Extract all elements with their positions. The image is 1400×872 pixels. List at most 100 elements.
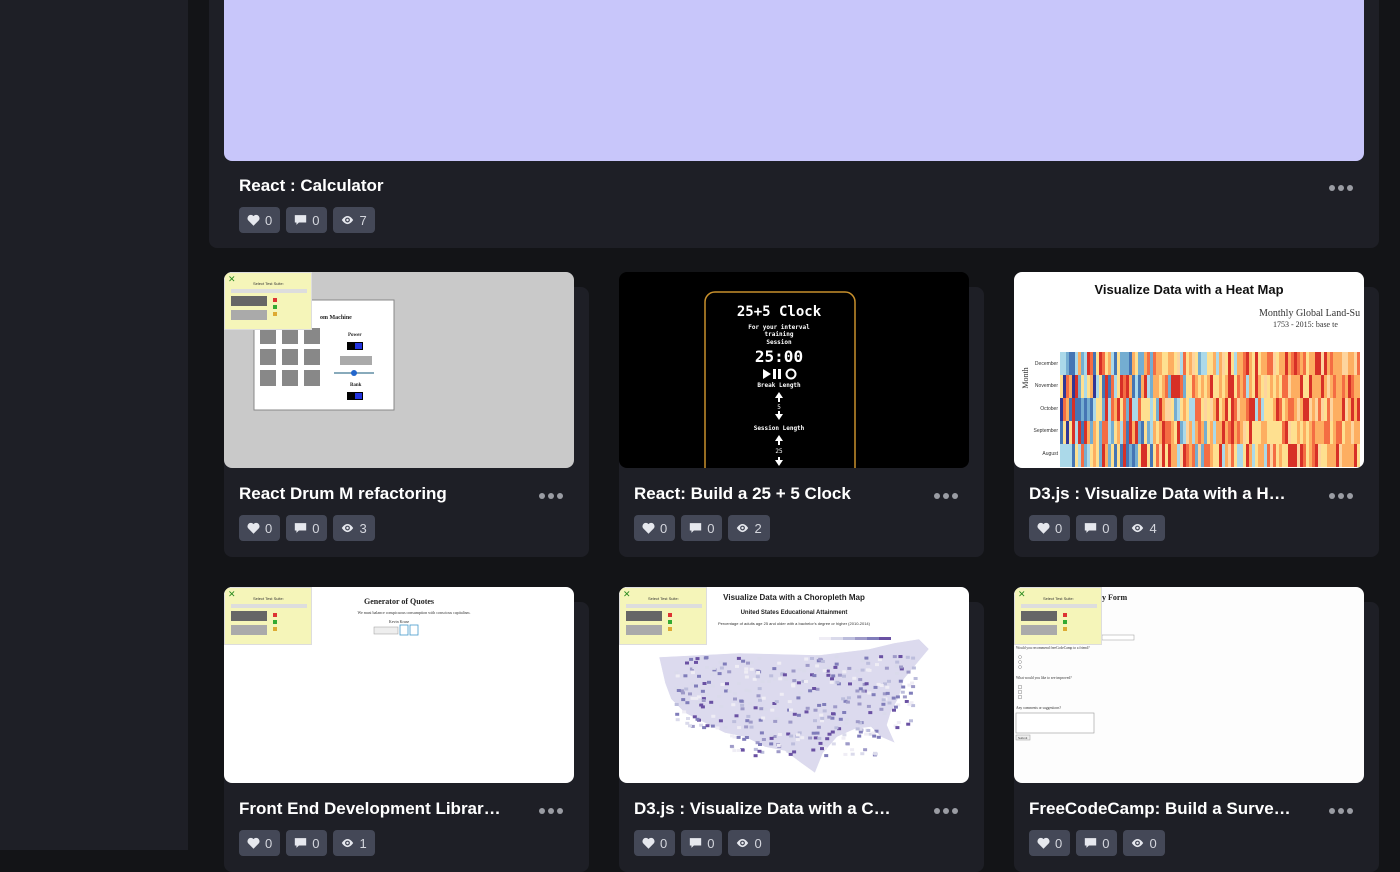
heat-cell xyxy=(1351,421,1354,444)
pen-title[interactable]: React : Calculator xyxy=(239,176,1299,196)
heat-cell xyxy=(1264,352,1267,375)
comment-button[interactable]: 0 xyxy=(286,515,328,541)
county-cell xyxy=(690,682,695,686)
county-cell xyxy=(736,748,741,752)
county-cell xyxy=(725,682,729,686)
heat-cell xyxy=(1192,421,1195,444)
like-button[interactable]: 0 xyxy=(239,515,281,541)
heat-cell xyxy=(1357,398,1360,421)
comment-button[interactable]: 0 xyxy=(681,515,723,541)
pen-title[interactable]: D3.js : Visualize Data with a Heat Map xyxy=(1029,484,1294,504)
pen-thumbnail[interactable]: y Form Would you recommend freeCodeCamp … xyxy=(1014,587,1364,783)
views-button[interactable]: 1 xyxy=(333,830,375,856)
heat-cell xyxy=(1183,352,1186,375)
heat-cell xyxy=(1339,352,1342,375)
heat-cell xyxy=(1354,375,1357,398)
county-cell xyxy=(709,700,714,704)
more-options-button[interactable] xyxy=(537,805,565,817)
county-cell xyxy=(688,724,692,728)
heat-cell xyxy=(1333,375,1336,398)
pen-thumbnail[interactable] xyxy=(224,0,1364,161)
comment-button[interactable]: 0 xyxy=(286,830,328,856)
heat-cell xyxy=(1321,398,1324,421)
pen-thumbnail[interactable]: Visualize Data with a Choropleth Map Uni… xyxy=(619,587,969,783)
heat-cell xyxy=(1270,398,1273,421)
survey-question: Any comments or suggestions? xyxy=(1016,706,1061,710)
county-cell xyxy=(822,709,827,713)
more-options-button[interactable] xyxy=(1327,490,1355,502)
more-options-button[interactable] xyxy=(1327,805,1355,817)
comment-button[interactable]: 0 xyxy=(1076,515,1118,541)
pen-thumbnail[interactable]: Generator of Quotes We must balance cons… xyxy=(224,587,574,783)
heat-cell xyxy=(1288,375,1291,398)
pen-thumbnail[interactable]: 25+5 Clock For your interval training Se… xyxy=(619,272,969,468)
heat-cell xyxy=(1345,421,1348,444)
heat-cell xyxy=(1213,444,1216,467)
heat-cell xyxy=(1312,375,1315,398)
heat-cell xyxy=(1225,421,1228,444)
county-cell xyxy=(792,679,797,683)
views-button[interactable]: 3 xyxy=(333,515,375,541)
heat-range: 1753 - 2015: base te xyxy=(1273,320,1338,329)
heat-cell xyxy=(1246,421,1249,444)
county-cell xyxy=(841,697,846,701)
more-options-button[interactable] xyxy=(1327,182,1355,194)
heat-cell xyxy=(1123,375,1126,398)
heat-cell xyxy=(1285,352,1288,375)
like-button[interactable]: 0 xyxy=(634,830,676,856)
county-cell xyxy=(845,742,850,746)
more-options-button[interactable] xyxy=(932,490,960,502)
county-cell xyxy=(842,711,847,714)
like-button[interactable]: 0 xyxy=(634,515,676,541)
more-options-button[interactable] xyxy=(537,490,565,502)
pen-title[interactable]: FreeCodeCamp: Build a Survey Form xyxy=(1029,799,1294,819)
like-button[interactable]: 0 xyxy=(239,207,281,233)
heat-cell xyxy=(1342,398,1345,421)
heat-cell xyxy=(1351,352,1354,375)
like-button[interactable]: 0 xyxy=(239,830,281,856)
pen-title[interactable]: D3.js : Visualize Data with a Choropleth… xyxy=(634,799,899,819)
comment-button[interactable]: 0 xyxy=(286,207,328,233)
like-button[interactable]: 0 xyxy=(1029,830,1071,856)
heat-cell xyxy=(1081,421,1084,444)
more-options-button[interactable] xyxy=(932,805,960,817)
heat-cell xyxy=(1204,444,1207,467)
views-button[interactable]: 0 xyxy=(728,830,770,856)
heat-cell xyxy=(1240,352,1243,375)
views-button[interactable]: 0 xyxy=(1123,830,1165,856)
pen-title[interactable]: React: Build a 25 + 5 Clock xyxy=(634,484,924,504)
county-cell xyxy=(675,718,680,722)
heat-cell xyxy=(1066,444,1069,467)
pen-thumbnail[interactable]: Visualize Data with a Heat Map Monthly G… xyxy=(1014,272,1364,468)
heat-cell xyxy=(1333,444,1336,467)
drum-bank-label: Bank xyxy=(350,383,362,388)
play-pause-icon xyxy=(763,369,781,379)
comment-button[interactable]: 0 xyxy=(681,830,723,856)
comment-icon xyxy=(690,838,702,848)
heat-cell xyxy=(1300,444,1303,467)
heat-cell xyxy=(1228,375,1231,398)
heat-cell xyxy=(1288,352,1291,375)
county-cell xyxy=(740,748,745,752)
county-cell xyxy=(866,704,871,708)
pen-thumbnail[interactable]: om Machine Power Bank ✕ Select Test Suite… xyxy=(224,272,574,468)
views-button[interactable]: 7 xyxy=(333,207,375,233)
county-cell xyxy=(842,733,847,737)
pen-title[interactable]: React Drum M refactoring xyxy=(239,484,529,504)
comment-button[interactable]: 0 xyxy=(1076,830,1118,856)
heat-cell xyxy=(1336,375,1339,398)
comment-count: 0 xyxy=(1102,520,1110,536)
views-button[interactable]: 2 xyxy=(728,515,770,541)
county-cell xyxy=(896,720,901,724)
heat-cell xyxy=(1114,421,1117,444)
county-cell xyxy=(735,664,739,668)
heat-cell xyxy=(1081,444,1084,467)
heat-cell xyxy=(1342,352,1345,375)
view-count: 3 xyxy=(359,520,367,536)
pen-title[interactable]: Front End Development Libraries Projects… xyxy=(239,799,504,819)
county-cell xyxy=(882,712,887,716)
like-button[interactable]: 0 xyxy=(1029,515,1071,541)
views-button[interactable]: 4 xyxy=(1123,515,1165,541)
heat-cell xyxy=(1066,398,1069,421)
heat-cell xyxy=(1171,352,1174,375)
